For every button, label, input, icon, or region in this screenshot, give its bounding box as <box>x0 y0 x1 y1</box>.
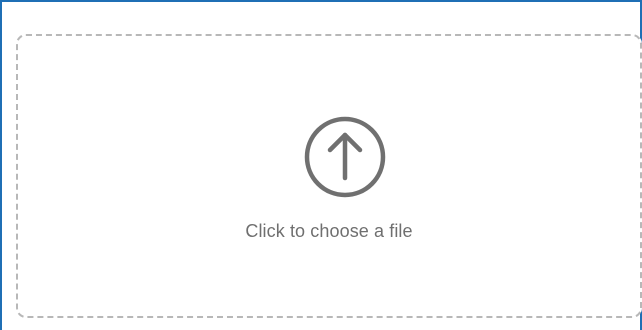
choose-file-label: Click to choose a file <box>245 221 413 241</box>
file-drop-zone[interactable]: Click to choose a file <box>16 34 642 318</box>
upload-panel: Click to choose a file <box>0 0 642 330</box>
arrow-up-circle-icon <box>304 116 386 198</box>
